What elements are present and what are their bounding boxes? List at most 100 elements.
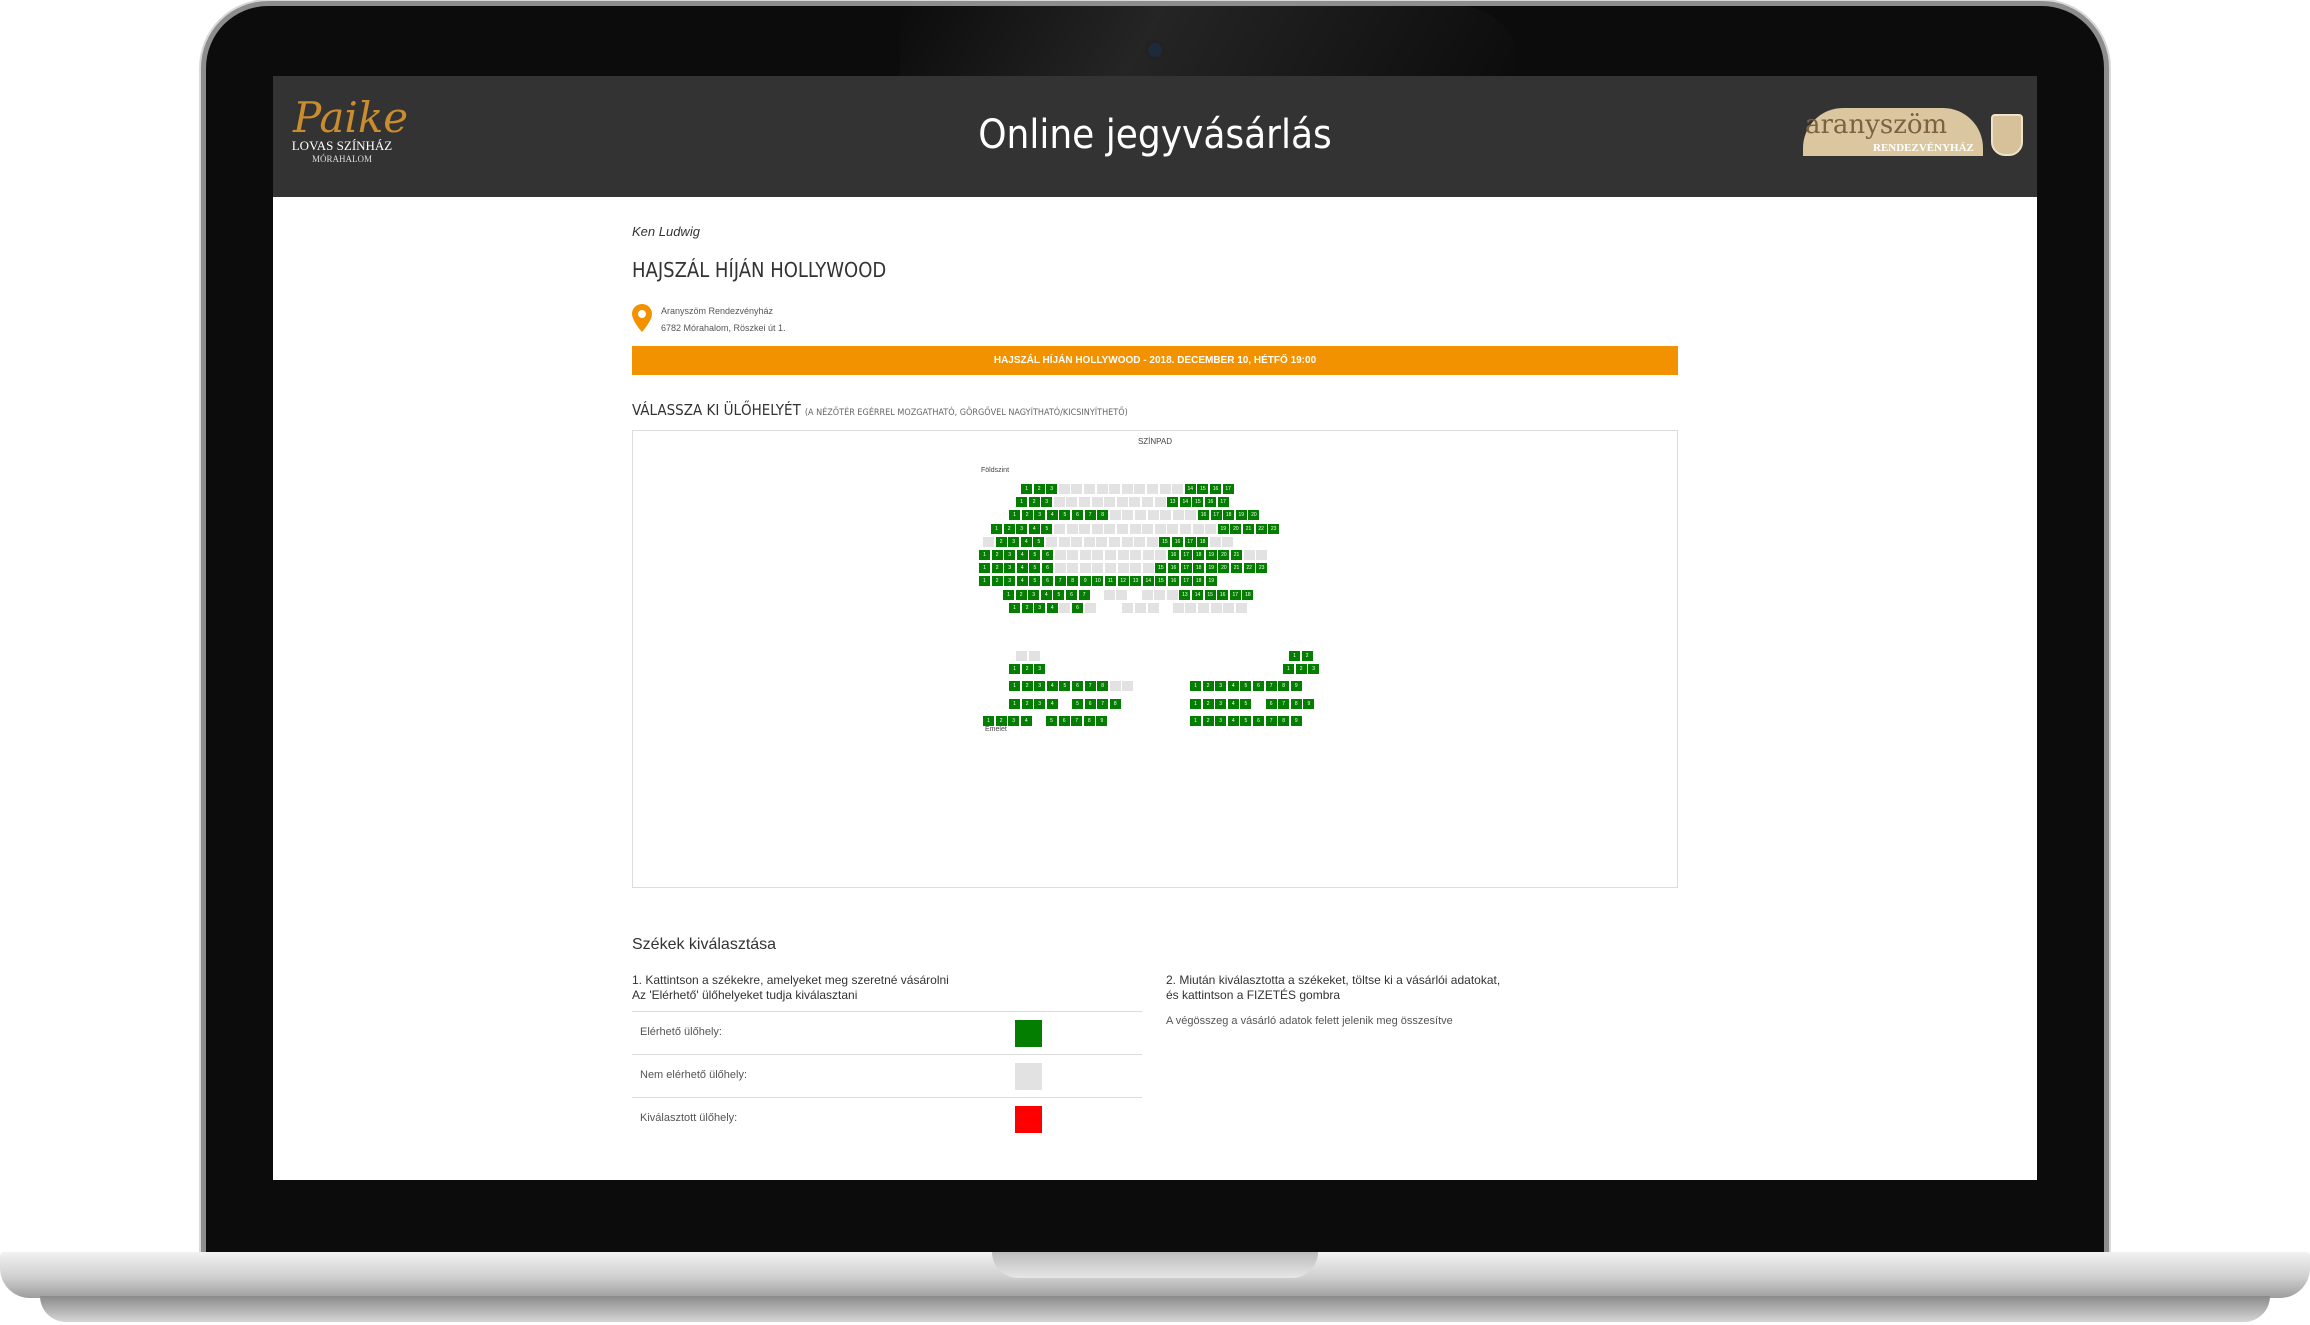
seat[interactable]: 5 xyxy=(1072,699,1083,709)
seat[interactable]: 20 xyxy=(1230,523,1242,534)
seat[interactable]: 2 xyxy=(1202,699,1214,709)
seat[interactable]: 19 xyxy=(1235,510,1247,521)
seat[interactable]: 16 xyxy=(1168,550,1179,560)
seat[interactable]: 1 xyxy=(979,550,990,560)
seat[interactable]: 1 xyxy=(983,716,994,726)
seat[interactable]: 8 xyxy=(1109,699,1121,709)
seat[interactable]: 14 xyxy=(1184,484,1196,494)
seat[interactable]: 1 xyxy=(1283,664,1294,674)
seat[interactable]: 4 xyxy=(1016,576,1028,587)
seat[interactable]: 3 xyxy=(1034,664,1046,674)
seat-map[interactable]: SZÍNPAD Földszint Emelet 1 2 3 14 15 16 17 1 2 3 1… xyxy=(632,430,1678,888)
seat[interactable]: 8 xyxy=(1097,510,1109,521)
seat[interactable]: 2 xyxy=(995,536,1007,547)
seat[interactable]: 4 xyxy=(1046,510,1058,521)
seat[interactable]: 7 xyxy=(1265,681,1277,691)
seat[interactable]: 4 xyxy=(1040,589,1052,600)
seat[interactable]: 17 xyxy=(1180,576,1192,587)
seat[interactable]: 6 xyxy=(1253,681,1264,691)
seat[interactable]: 17 xyxy=(1210,510,1222,521)
seat[interactable]: 15 xyxy=(1155,576,1167,587)
seat[interactable]: 3 xyxy=(1034,699,1046,709)
seat[interactable]: 18 xyxy=(1193,550,1205,560)
seat[interactable]: 10 xyxy=(1092,576,1104,587)
seat[interactable]: 16 xyxy=(1210,484,1221,494)
seat[interactable]: 1 xyxy=(1016,497,1027,508)
seat[interactable]: 19 xyxy=(1205,576,1217,587)
seat[interactable]: 18 xyxy=(1242,589,1254,600)
seat[interactable]: 21 xyxy=(1231,550,1242,560)
seat[interactable]: 1 xyxy=(1009,602,1020,613)
seat[interactable]: 5 xyxy=(1033,536,1045,547)
seat[interactable]: 9 xyxy=(1290,681,1302,691)
seat[interactable]: 16 xyxy=(1198,510,1209,521)
seat[interactable]: 1 xyxy=(991,523,1002,534)
seat[interactable]: 8 xyxy=(1083,716,1095,726)
seat[interactable]: 15 xyxy=(1155,563,1167,574)
seat[interactable]: 3 xyxy=(1004,576,1016,587)
seat[interactable]: 2 xyxy=(995,716,1007,726)
seat[interactable]: 14 xyxy=(1142,576,1154,587)
seat[interactable]: 11 xyxy=(1105,576,1116,587)
seat[interactable]: 3 xyxy=(1034,510,1046,521)
seat[interactable]: 5 xyxy=(1029,563,1041,574)
seat[interactable]: 3 xyxy=(1008,536,1020,547)
seat[interactable]: 16 xyxy=(1168,563,1179,574)
seat[interactable]: 1 xyxy=(1190,681,1201,691)
seat[interactable]: 2 xyxy=(991,563,1003,574)
seat[interactable]: 4 xyxy=(1227,716,1239,726)
seat[interactable]: 1 xyxy=(1009,699,1020,709)
seat[interactable]: 1 xyxy=(1009,681,1020,691)
seat[interactable]: 4 xyxy=(1016,550,1028,560)
seat[interactable]: 7 xyxy=(1265,716,1277,726)
seat[interactable]: 21 xyxy=(1243,523,1254,534)
seat[interactable]: 2 xyxy=(1021,510,1033,521)
seat[interactable]: 19 xyxy=(1217,523,1229,534)
seat[interactable]: 15 xyxy=(1159,536,1171,547)
seat[interactable]: 4 xyxy=(1046,681,1058,691)
seat[interactable]: 6 xyxy=(1042,576,1053,587)
seat[interactable]: 6 xyxy=(1042,563,1053,574)
seat[interactable]: 1 xyxy=(979,563,990,574)
seat[interactable]: 2 xyxy=(1003,523,1015,534)
seat[interactable]: 1 xyxy=(1009,664,1020,674)
seat[interactable]: 3 xyxy=(1215,681,1227,691)
seat[interactable]: 20 xyxy=(1248,510,1260,521)
seat[interactable]: 2 xyxy=(1028,497,1040,508)
seat[interactable]: 2 xyxy=(1021,602,1033,613)
seat[interactable]: 1 xyxy=(1190,699,1201,709)
seat[interactable]: 5 xyxy=(1029,576,1041,587)
seat[interactable]: 1 xyxy=(1021,484,1032,494)
seat[interactable]: 2 xyxy=(1015,589,1027,600)
seat[interactable]: 5 xyxy=(1053,589,1065,600)
seat[interactable]: 20 xyxy=(1218,563,1230,574)
seat[interactable]: 23 xyxy=(1268,523,1280,534)
seat[interactable]: 5 xyxy=(1046,716,1057,726)
seat[interactable]: 2 xyxy=(1202,681,1214,691)
seat[interactable]: 21 xyxy=(1231,563,1242,574)
seat[interactable]: 17 xyxy=(1184,536,1196,547)
seat[interactable]: 9 xyxy=(1303,699,1315,709)
seat[interactable]: 6 xyxy=(1066,589,1077,600)
seat[interactable]: 14 xyxy=(1192,589,1203,600)
seat[interactable]: 3 xyxy=(1034,681,1046,691)
seat[interactable]: 2 xyxy=(991,550,1003,560)
seat[interactable]: 4 xyxy=(1227,681,1239,691)
seat[interactable]: 16 xyxy=(1217,589,1229,600)
seat[interactable]: 19 xyxy=(1205,563,1217,574)
seat[interactable]: 3 xyxy=(1308,664,1320,674)
seat[interactable]: 3 xyxy=(1046,484,1058,494)
seat[interactable]: 4 xyxy=(1046,602,1058,613)
seat[interactable]: 2 xyxy=(1301,651,1313,661)
seat[interactable]: 7 xyxy=(1054,576,1066,587)
seat[interactable]: 8 xyxy=(1097,681,1109,691)
seat[interactable]: 8 xyxy=(1278,716,1290,726)
seat[interactable]: 5 xyxy=(1029,550,1041,560)
seat[interactable]: 18 xyxy=(1193,576,1205,587)
seat[interactable]: 7 xyxy=(1084,510,1096,521)
seat[interactable]: 8 xyxy=(1067,576,1079,587)
seat[interactable]: 12 xyxy=(1117,576,1129,587)
seat[interactable]: 3 xyxy=(1215,716,1227,726)
seat[interactable]: 6 xyxy=(1253,716,1264,726)
seat[interactable]: 16 xyxy=(1205,497,1216,508)
